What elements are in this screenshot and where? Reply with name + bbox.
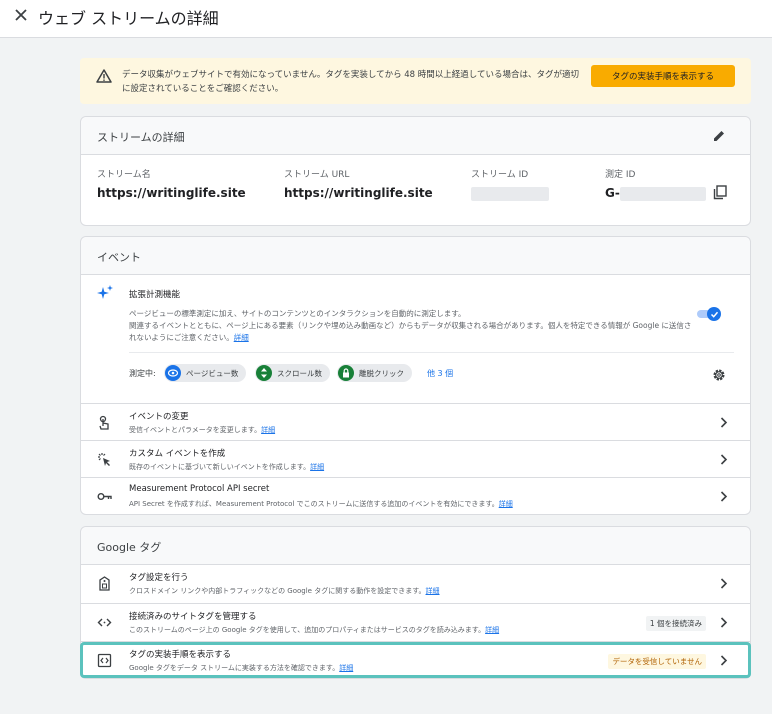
modify-events-learn-more-link[interactable]: 詳細	[261, 426, 275, 434]
configure-tag-row[interactable]: タグ設定を行う クロスドメイン リンクや内部トラフィックなどの Google タ…	[81, 565, 750, 602]
connected-count-badge: 1 個を接続済み	[645, 616, 706, 631]
chip-page-views-label: ページビュー数	[186, 368, 239, 378]
measurement-protocol-title: Measurement Protocol API secret	[129, 484, 270, 494]
touch-icon	[99, 415, 109, 430]
show-tag-instructions-button[interactable]: タグの実装手順を表示する	[591, 65, 735, 87]
divider	[129, 352, 734, 353]
chevron-right-icon	[720, 491, 728, 502]
chip-page-views: ページビュー数	[164, 364, 247, 382]
top-bar: ウェブ ストリームの詳細	[0, 0, 772, 38]
redacted-stream-id	[471, 186, 549, 201]
measurement-id-label: 測定 ID	[605, 170, 636, 180]
create-custom-event-title: カスタム イベントを作成	[129, 449, 226, 459]
google-tag-header: Google タグ	[81, 527, 750, 565]
code-arrows-icon	[97, 618, 112, 627]
stream-details-header: ストリームの詳細	[81, 117, 750, 155]
highlight-annotation	[80, 642, 751, 678]
enhanced-measurement-desc: ページビューの標準測定に加え、サイトのコンテンツとのインタラクションを自動的に測…	[129, 308, 697, 344]
sparkle-icon	[97, 285, 113, 299]
events-header: イベント	[81, 237, 750, 275]
page-title: ウェブ ストリームの詳細	[38, 9, 219, 28]
configure-tag-desc: クロスドメイン リンクや内部トラフィックなどの Google タグに関する動作を…	[129, 586, 440, 596]
warning-icon	[96, 69, 112, 83]
check-icon	[710, 311, 718, 318]
measurement-protocol-learn-more-link[interactable]: 詳細	[499, 500, 513, 508]
measurement-id-field: 測定 ID G-	[605, 167, 706, 201]
manage-connected-tags-desc-text: このストリームのページ上の Google タグを使用して、追加のプロパティまたは…	[129, 626, 486, 634]
chevron-right-icon	[720, 578, 728, 589]
redacted-measurement-id	[619, 186, 706, 201]
stream-id-label: ストリーム ID	[471, 170, 529, 180]
stream-url-field: ストリーム URL https://writinglife.site	[284, 167, 433, 200]
lock-icon	[338, 365, 354, 381]
measurement-protocol-row[interactable]: Measurement Protocol API secret API Secr…	[81, 477, 750, 514]
stream-name-value: https://writinglife.site	[97, 186, 246, 200]
manage-connected-tags-title: 接続済みのサイトタグを管理する	[129, 612, 257, 622]
stream-url-value: https://writinglife.site	[284, 186, 433, 200]
eye-icon	[165, 365, 181, 381]
chip-scrolls-label: スクロール数	[277, 368, 322, 378]
measurement-protocol-desc: API Secret を作成すれば、Measurement Protocol で…	[129, 499, 513, 509]
manage-connected-tags-row[interactable]: 接続済みのサイトタグを管理する このストリームのページ上の Google タグを…	[81, 603, 750, 640]
enhanced-measurement-toggle[interactable]	[697, 307, 723, 321]
stream-name-field: ストリーム名 https://writinglife.site	[97, 167, 246, 200]
events-card: イベント 拡張計測機能 ページビューの標準測定に加え、サイトのコンテンツとのイン…	[80, 236, 751, 515]
stream-details-title: ストリームの詳細	[97, 131, 185, 144]
modify-events-row[interactable]: イベントの変更 受信イベントとパラメータを変更します。詳細	[81, 403, 750, 440]
stream-id-field: ストリーム ID	[471, 167, 549, 201]
copy-icon[interactable]	[713, 185, 727, 200]
stream-url-label: ストリーム URL	[284, 170, 350, 180]
modify-events-desc: 受信イベントとパラメータを変更します。詳細	[129, 425, 275, 435]
measurement-id-prefix: G-	[605, 186, 620, 200]
chevron-right-icon	[720, 417, 728, 428]
chevron-right-icon	[720, 454, 728, 465]
close-icon[interactable]	[14, 8, 28, 22]
more-events-link[interactable]: 他 3 個	[427, 368, 453, 379]
enhanced-measurement-section: 拡張計測機能 ページビューの標準測定に加え、サイトのコンテンツとのインタラクショ…	[81, 275, 750, 403]
create-custom-event-learn-more-link[interactable]: 詳細	[310, 463, 324, 471]
create-custom-event-desc-text: 既存のイベントに基づいて新しいイベントを作成します。	[129, 463, 311, 471]
chip-outbound-clicks: 離脱クリック	[337, 364, 412, 382]
create-custom-event-row[interactable]: カスタム イベントを作成 既存のイベントに基づいて新しいイベントを作成します。詳…	[81, 440, 750, 477]
tag-icon	[99, 576, 110, 591]
measurement-protocol-desc-text: API Secret を作成すれば、Measurement Protocol で…	[129, 500, 499, 508]
toggle-knob	[707, 307, 721, 321]
measurement-id-value-row: G-	[605, 186, 706, 201]
manage-connected-tags-desc: このストリームのページ上の Google タグを使用して、追加のプロパティまたは…	[129, 625, 499, 635]
scroll-icon	[256, 365, 272, 381]
stream-name-label: ストリーム名	[97, 170, 151, 180]
chip-outbound-clicks-label: 離脱クリック	[359, 368, 404, 378]
events-title: イベント	[97, 251, 141, 264]
manage-connected-tags-learn-more-link[interactable]: 詳細	[485, 626, 499, 634]
stream-details-card: ストリームの詳細 ストリーム名 https://writinglife.site…	[80, 116, 751, 226]
chevron-right-icon	[720, 617, 728, 628]
chip-scrolls: スクロール数	[255, 364, 330, 382]
alert-text: データ収集がウェブサイトで有効になっていません。タグを実装してから 48 時間以…	[122, 70, 580, 94]
modify-events-desc-text: 受信イベントとパラメータを変更します。	[129, 426, 262, 434]
modify-events-title: イベントの変更	[129, 412, 189, 422]
data-collection-alert: データ収集がウェブサイトで有効になっていません。タグを実装してから 48 時間以…	[80, 58, 751, 104]
enhanced-measurement-desc-line-2: 関連するイベントとともに、ページ上にある要素（リンクや埋め込み動画など）からもデ…	[129, 321, 692, 342]
create-custom-event-desc: 既存のイベントに基づいて新しいイベントを作成します。詳細	[129, 462, 324, 472]
key-icon	[97, 492, 112, 500]
edit-icon[interactable]	[712, 129, 726, 143]
stream-id-value-row	[471, 186, 549, 201]
configure-tag-learn-more-link[interactable]: 詳細	[426, 587, 440, 595]
configure-tag-title: タグ設定を行う	[129, 573, 189, 583]
measuring-label: 測定中:	[129, 369, 156, 378]
enhanced-measurement-learn-more-link[interactable]: 詳細	[234, 333, 249, 342]
gear-icon[interactable]	[712, 368, 726, 382]
enhanced-measurement-desc-line-1: ページビューの標準測定に加え、サイトのコンテンツとのインタラクションを自動的に測…	[129, 309, 466, 318]
enhanced-measurement-title: 拡張計測機能	[129, 290, 181, 300]
configure-tag-desc-text: クロスドメイン リンクや内部トラフィックなどの Google タグに関する動作を…	[129, 587, 426, 595]
google-tag-title: Google タグ	[97, 541, 162, 554]
click-icon	[98, 453, 110, 466]
